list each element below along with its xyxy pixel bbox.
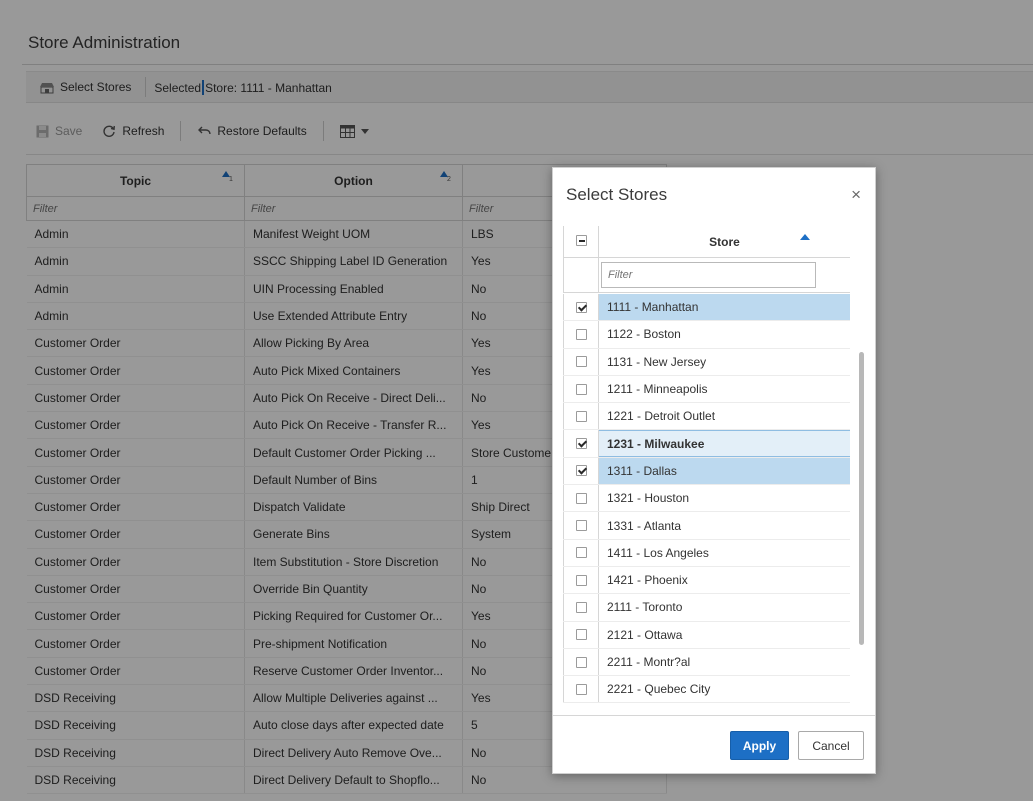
scrollbar-thumb[interactable] <box>859 352 864 645</box>
store-name: 1221 - Detroit Outlet <box>607 409 716 424</box>
store-name: 1122 - Boston <box>607 327 681 342</box>
store-checkbox-cell <box>563 539 599 566</box>
modal-backdrop[interactable] <box>0 0 1033 801</box>
store-name: 1211 - Minneapolis <box>607 382 708 397</box>
close-icon[interactable]: × <box>851 186 861 203</box>
store-name: 1421 - Phoenix <box>607 573 688 588</box>
select-all-cell <box>563 226 599 292</box>
select-all-checkbox[interactable] <box>576 235 587 246</box>
store-checkbox-cell <box>563 512 599 539</box>
store-row[interactable]: 1411 - Los Angeles <box>563 539 850 567</box>
store-name: 1311 - Dallas <box>599 457 850 485</box>
store-row[interactable]: 1122 - Boston <box>563 321 850 349</box>
store-name: 1111 - Manhattan <box>599 294 850 321</box>
store-name: 1411 - Los Angeles <box>607 545 709 560</box>
column-header-label: Store <box>709 235 740 249</box>
store-checkbox[interactable] <box>575 383 587 395</box>
store-name: 2211 - Montr?al <box>607 655 691 669</box>
store-name: 2121 - Ottawa <box>607 627 683 642</box>
store-checkbox-cell <box>563 457 599 485</box>
sort-ascending-icon <box>800 234 810 240</box>
store-checkbox-cell <box>563 321 599 348</box>
store-row[interactable]: 2211 - Montr?al <box>563 648 850 677</box>
store-checkbox-cell <box>563 348 599 375</box>
store-row[interactable]: 1231 - Milwaukee <box>563 430 850 458</box>
store-name: 2221 - Quebec City <box>607 682 711 697</box>
store-name: 1331 - Atlanta <box>607 518 682 533</box>
store-list: 1111 - Manhattan 1122 - Boston 1131 - New … <box>563 294 850 703</box>
store-checkbox[interactable] <box>575 520 587 532</box>
store-checkbox-cell <box>563 566 599 594</box>
dialog-footer-divider <box>553 715 875 716</box>
store-checkbox-cell <box>563 621 599 648</box>
store-row[interactable]: 1211 - Minneapolis <box>563 375 850 404</box>
store-row[interactable]: 2221 - Quebec City <box>563 676 850 703</box>
store-name: 1321 - Houston <box>607 491 690 506</box>
store-checkbox[interactable] <box>575 656 587 668</box>
store-row[interactable]: 2111 - Toronto <box>563 594 850 622</box>
store-row[interactable]: 1331 - Atlanta <box>563 512 850 540</box>
store-filter-input[interactable] <box>602 263 815 287</box>
store-checkbox[interactable] <box>575 465 587 477</box>
store-checkbox[interactable] <box>575 574 587 586</box>
store-checkbox-cell <box>563 485 599 512</box>
store-checkbox-cell <box>563 676 599 703</box>
select-stores-dialog: Select Stores × Store 1111 - Manhattan11… <box>552 167 876 774</box>
store-checkbox[interactable] <box>575 438 587 450</box>
store-checkbox[interactable] <box>575 629 587 641</box>
column-header-store[interactable]: Store <box>599 226 850 258</box>
store-checkbox-cell <box>563 430 599 457</box>
cancel-button[interactable]: Cancel <box>798 731 864 760</box>
store-name: 2111 - Toronto <box>607 600 683 615</box>
store-row[interactable]: 1131 - New Jersey <box>563 348 850 376</box>
store-row[interactable]: 2121 - Ottawa <box>563 621 850 649</box>
store-row[interactable]: 1221 - Detroit Outlet <box>563 403 850 431</box>
store-filter-field <box>601 262 816 288</box>
store-row[interactable]: 1311 - Dallas <box>563 457 850 486</box>
store-checkbox-cell <box>563 375 599 403</box>
stores-grid-header: Store <box>563 226 850 292</box>
store-checkbox-cell <box>563 294 599 321</box>
store-checkbox-cell <box>563 594 599 621</box>
store-row[interactable]: 1111 - Manhattan <box>563 294 850 322</box>
store-row[interactable]: 1321 - Houston <box>563 485 850 513</box>
store-checkbox[interactable] <box>575 547 587 559</box>
store-checkbox-cell <box>563 648 599 676</box>
dialog-title: Select Stores <box>566 185 668 204</box>
filter-divider <box>563 292 850 293</box>
store-checkbox[interactable] <box>575 683 587 695</box>
store-name: 1231 - Milwaukee <box>599 430 850 457</box>
store-checkbox[interactable] <box>575 328 587 340</box>
apply-button[interactable]: Apply <box>730 731 789 760</box>
store-name: 1131 - New Jersey <box>607 354 707 369</box>
store-checkbox[interactable] <box>575 356 587 368</box>
partial-check-icon <box>576 235 587 246</box>
stores-grid: Store 1111 - Manhattan 1122 - Boston 1131 … <box>563 226 866 703</box>
store-checkbox-cell <box>563 403 599 430</box>
store-checkbox[interactable] <box>575 410 587 422</box>
store-row[interactable]: 1421 - Phoenix <box>563 566 850 595</box>
store-checkbox[interactable] <box>575 301 587 313</box>
store-checkbox[interactable] <box>575 492 587 504</box>
store-checkbox[interactable] <box>575 601 587 613</box>
